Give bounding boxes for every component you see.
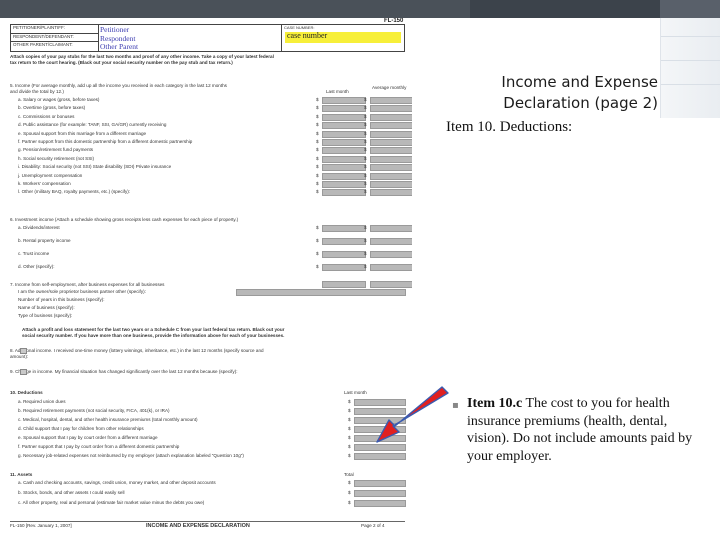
- arrow-icon: [376, 386, 449, 443]
- pointer-arrow: [376, 386, 449, 443]
